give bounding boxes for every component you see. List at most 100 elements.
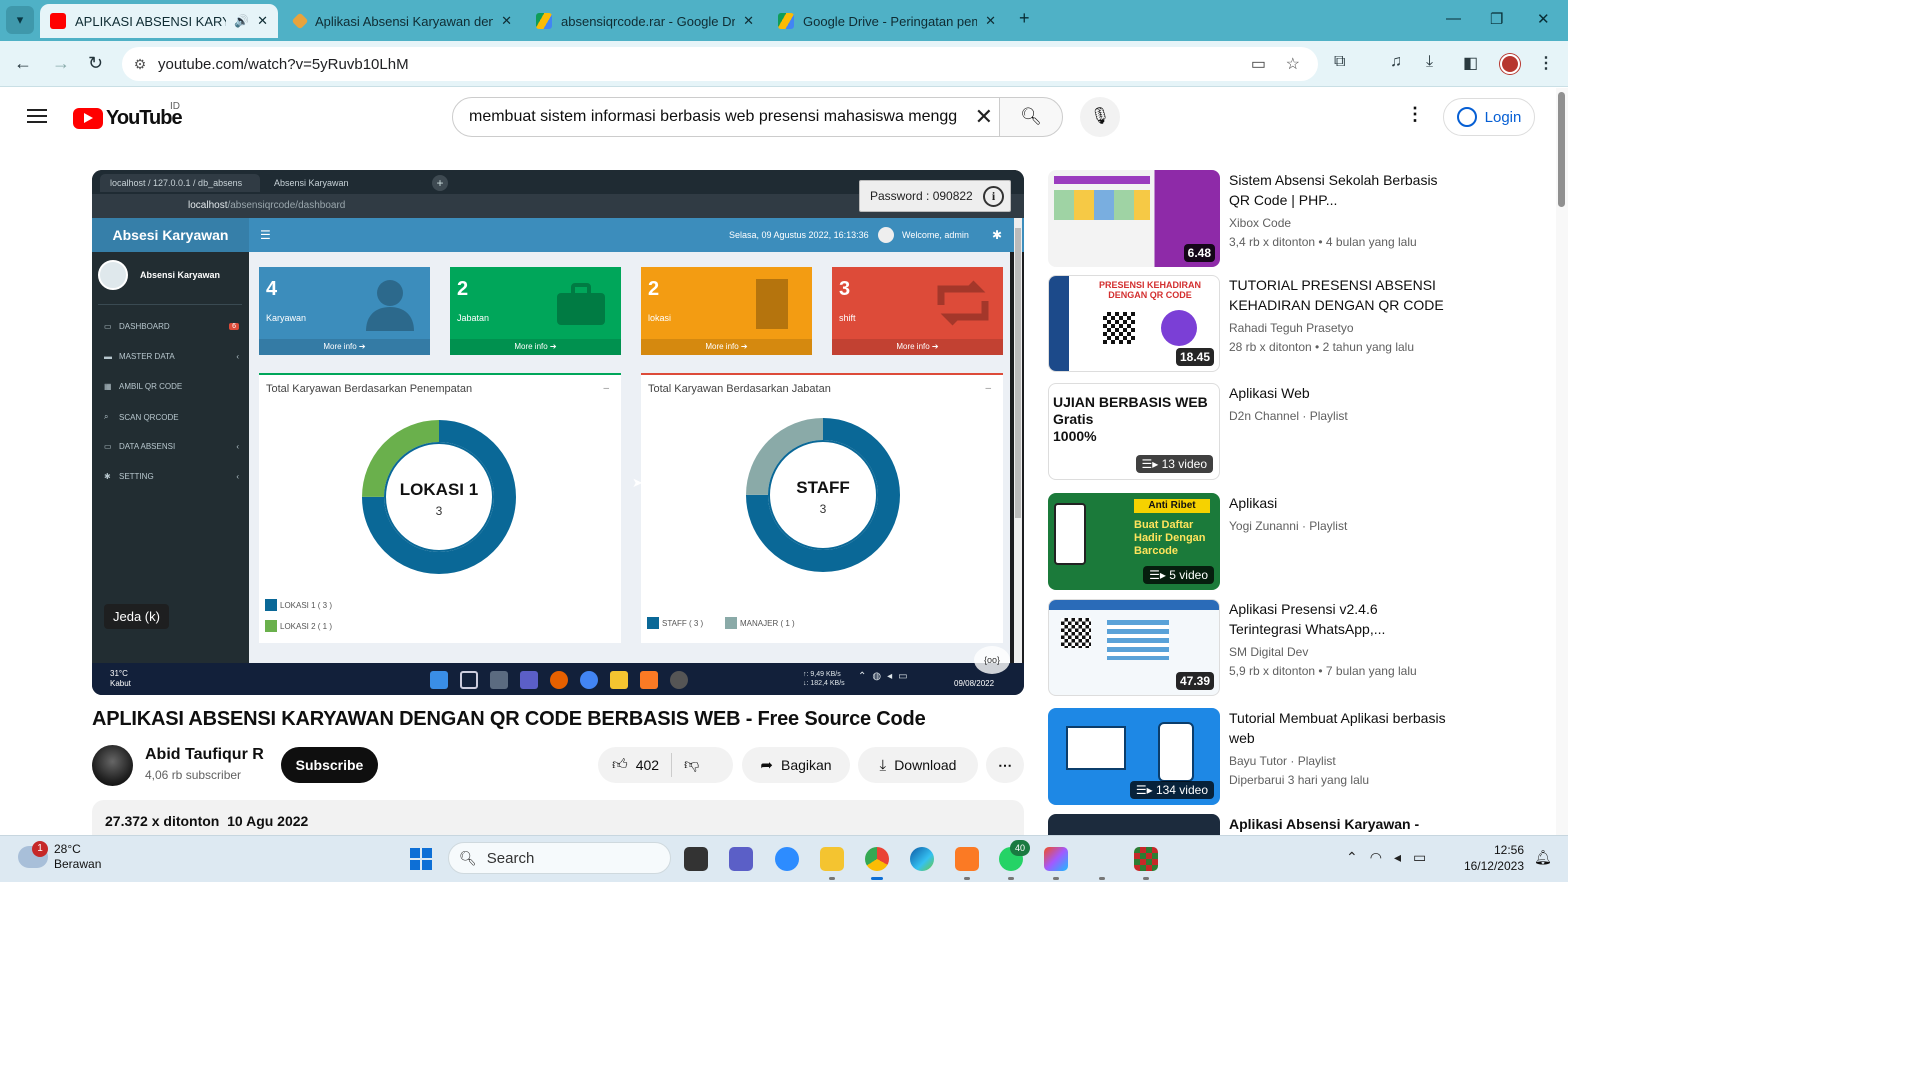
video-thumbnail[interactable]: 47.39 [1048,599,1220,696]
rec-title[interactable]: Tutorial Membuat Aplikasi berbasis web [1229,708,1449,748]
close-window-button[interactable]: ✕ [1537,10,1550,28]
system-tray[interactable]: ⌃◠◂▭ [1346,849,1438,866]
rec-channel[interactable]: Rahadi Teguh Prasetyo [1229,321,1354,335]
recommendation-item[interactable]: Aplikasi Absensi Karyawan - [1048,814,1468,835]
search-button[interactable]: 🔍︎ [999,97,1063,137]
hamburger-menu-icon[interactable] [27,109,47,123]
collapse-icon: – [603,383,609,394]
settings-menu-icon[interactable]: ⋮ [1406,104,1424,125]
weather-widget[interactable]: 1 28°C Berawan [18,841,101,872]
close-tab-icon[interactable]: ✕ [257,13,268,29]
profile-avatar[interactable] [1500,54,1520,74]
download-button[interactable]: ⤓ Download [858,747,978,783]
rec-channel[interactable]: SM Digital Dev [1229,645,1308,659]
wifi-icon[interactable]: ◠ [1370,849,1394,865]
rec-channel[interactable]: Xibox Code [1229,216,1291,230]
chrome-menu-icon[interactable]: ⋮ [1538,53,1554,73]
reload-icon[interactable]: ↻ [88,53,103,74]
address-bar[interactable]: ⚙ youtube.com/watch?v=5yRuvb10LhM ▭ ☆ [122,47,1318,81]
rec-title[interactable]: Aplikasi Presensi v2.4.6 Terintegrasi Wh… [1229,599,1449,639]
extensions-icon[interactable]: ⧉ [1334,53,1345,71]
info-icon[interactable]: i [983,186,1004,207]
file-explorer-icon[interactable] [820,847,844,880]
video-thumbnail[interactable] [1048,814,1220,835]
channel-name[interactable]: Abid Taufiqur R [145,746,264,764]
rec-channel[interactable]: Yogi Zunanni · Playlist [1229,519,1347,533]
recommendation-item[interactable]: 6.48 Sistem Absensi Sekolah Berbasis QR … [1048,170,1468,268]
close-tab-icon[interactable]: ✕ [743,13,754,29]
video-thumbnail[interactable]: PRESENSI KEHADIRAN DENGAN QR CODE 18.45 [1048,275,1220,372]
speaker-icon[interactable]: 🔊 [234,14,249,28]
winrar-icon[interactable] [1134,847,1158,880]
figma-icon[interactable] [1044,847,1068,880]
windows-taskbar: 1 28°C Berawan 🔍︎ Search 40 ⌃◠◂▭ 12:56 16/1… [0,835,1568,882]
recommendation-playlist[interactable]: ☰▸ 134 video Tutorial Membuat Aplikasi b… [1048,708,1468,806]
stat-box-karyawan: 4 Karyawan More info ➔ [259,267,430,355]
more-info-link: More info ➔ [832,339,1003,355]
rec-title[interactable]: TUTORIAL PRESENSI ABSENSI KEHADIRAN DENG… [1229,275,1449,315]
notification-bell-icon[interactable]: 🔔︎ [1534,849,1552,866]
share-button[interactable]: ➦ Bagikan [742,747,850,783]
windows-start-icon[interactable] [410,848,432,870]
playlist-thumbnail[interactable]: ☰▸ 134 video [1048,708,1220,805]
thumbs-down-icon[interactable]: 👎︎ [684,756,699,774]
tab-drive-warning[interactable]: Google Drive - Peringatan pem ✕ [768,4,1006,38]
tab-search-button[interactable]: ▾ [6,6,34,34]
more-actions-button[interactable]: ⋯ [986,747,1024,783]
zoom-icon[interactable] [775,847,799,871]
video-player[interactable]: localhost / 127.0.0.1 / db_absens Absens… [92,170,1024,695]
volume-icon[interactable]: ◂ [1394,849,1413,865]
url-text[interactable]: youtube.com/watch?v=5yRuvb10LhM [158,56,409,73]
rec-channel[interactable]: Bayu Tutor · Playlist [1229,754,1336,768]
side-panel-icon[interactable]: ◧ [1463,53,1478,73]
tab-drive-rar[interactable]: absensiqrcode.rar - Google Driv ✕ [526,4,764,38]
search-input[interactable]: membuat sistem informasi berbasis web pr… [452,97,1000,137]
rec-title[interactable]: Aplikasi Web [1229,383,1449,403]
maximize-button[interactable]: ❐ [1490,10,1503,28]
clear-search-icon[interactable]: ✕ [970,104,993,130]
rec-title[interactable]: Aplikasi Absensi Karyawan - [1229,814,1449,834]
page-scrollbar[interactable] [1556,88,1568,835]
channel-avatar[interactable] [92,745,133,786]
battery-icon[interactable]: ▭ [1413,849,1438,865]
recommendation-playlist[interactable]: UJIAN BERBASIS WEB Gratis 1000% ☰▸ 13 vide… [1048,383,1468,481]
teams-icon[interactable] [729,847,753,871]
chevron-up-icon[interactable]: ⌃ [1346,849,1370,865]
like-count[interactable]: 402 [636,757,659,773]
playlist-thumbnail[interactable]: Anti Ribet Buat Daftar Hadir Dengan Barc… [1048,493,1220,590]
search-value[interactable]: membuat sistem informasi berbasis web pr… [469,108,957,126]
site-info-icon[interactable]: ⚙ [122,56,158,73]
tab-youtube[interactable]: APLIKASI ABSENSI KARYAW 🔊 ✕ [40,4,278,38]
forward-icon[interactable]: → [52,53,70,74]
inner-date: 09/08/2022 [954,679,995,688]
rec-channel[interactable]: D2n Channel · Playlist [1229,409,1348,423]
back-icon[interactable]: ← [14,53,32,74]
media-control-icon[interactable]: ♫ [1390,53,1402,71]
xampp-icon[interactable] [955,847,979,880]
login-button[interactable]: Login [1443,98,1535,136]
rec-title[interactable]: Sistem Absensi Sekolah Berbasis QR Code … [1229,170,1449,210]
taskview-icon[interactable] [684,847,708,871]
voice-search-button[interactable]: 🎙︎ [1080,97,1120,137]
edge-icon[interactable] [910,847,934,871]
chrome-icon[interactable] [865,847,889,880]
recommendation-playlist[interactable]: Anti Ribet Buat Daftar Hadir Dengan Barc… [1048,493,1468,591]
subscribe-button[interactable]: Subscribe [281,747,378,783]
install-app-icon[interactable]: ▭ [1251,54,1266,74]
download-icon[interactable]: ⤓ [1426,53,1433,71]
taskbar-search[interactable]: 🔍︎ Search [448,842,671,874]
tab-aplikasi[interactable]: Aplikasi Absensi Karyawan den ✕ [284,4,522,38]
playlist-thumbnail[interactable]: UJIAN BERBASIS WEB Gratis 1000% ☰▸ 13 vide… [1048,383,1220,480]
bookmark-star-icon[interactable]: ☆ [1286,54,1300,74]
recommendation-item[interactable]: PRESENSI KEHADIRAN DENGAN QR CODE 18.45 … [1048,275,1468,373]
new-tab-button[interactable]: + [1019,8,1030,29]
thumbs-up-icon[interactable]: 👍︎ [612,756,628,774]
close-tab-icon[interactable]: ✕ [501,13,512,29]
minimize-button[interactable]: — [1446,10,1461,27]
youtube-logo[interactable]: YouTube ID [73,101,183,130]
rec-title[interactable]: Aplikasi [1229,493,1449,513]
video-thumbnail[interactable]: 6.48 [1048,170,1220,267]
close-tab-icon[interactable]: ✕ [985,13,996,29]
taskbar-clock[interactable]: 12:56 16/12/2023 [1460,842,1524,874]
recommendation-item[interactable]: 47.39 Aplikasi Presensi v2.4.6 Terintegr… [1048,599,1468,697]
